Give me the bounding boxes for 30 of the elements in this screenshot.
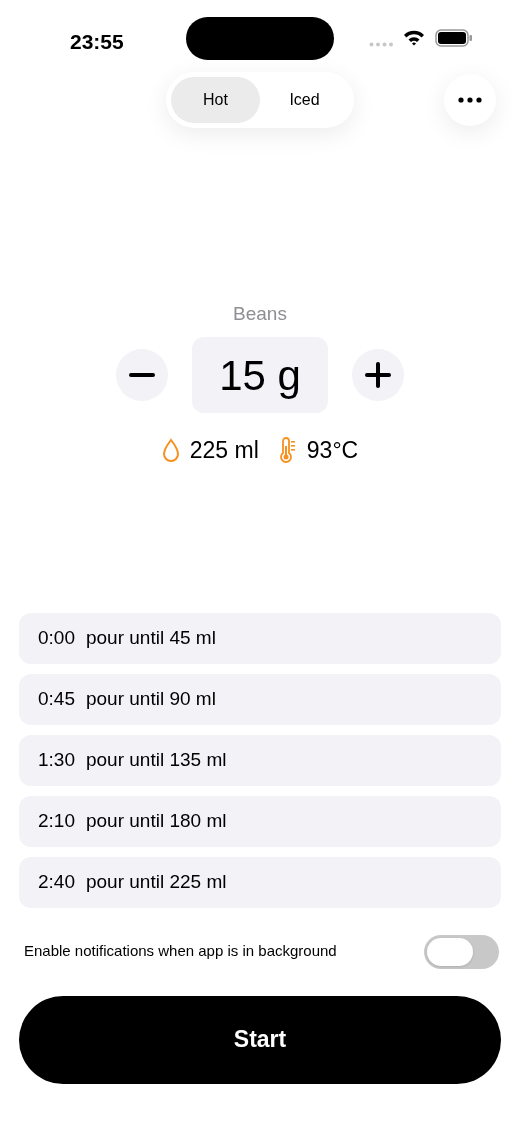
step-instruction: pour until 45 ml <box>86 625 216 650</box>
start-button[interactable]: Start <box>19 995 501 1084</box>
increase-button[interactable] <box>352 349 404 401</box>
step-instruction: pour until 225 ml <box>86 869 227 894</box>
plus-icon <box>365 362 391 388</box>
status-time: 23:55 <box>70 29 124 55</box>
wifi-icon <box>403 29 425 46</box>
minus-icon <box>129 373 155 377</box>
step-instruction: pour until 90 ml <box>86 686 216 711</box>
water-amount: 225 ml <box>189 436 259 465</box>
beans-label: Beans <box>233 302 287 326</box>
decrease-button[interactable] <box>116 349 168 401</box>
step-instruction: pour until 180 ml <box>86 808 227 833</box>
step-time: 2:40 <box>38 869 75 894</box>
mode-tab[interactable]: Iced <box>260 77 349 123</box>
step-time: 0:00 <box>38 625 75 650</box>
signal-icon <box>369 42 395 47</box>
notifications-label: Enable notifications when app is in background <box>24 941 337 962</box>
notifications-toggle[interactable] <box>424 934 499 969</box>
step-time: 0:45 <box>38 686 75 711</box>
beans-amount: 15 g <box>192 337 328 413</box>
water-drop-icon <box>161 438 180 463</box>
temperature: 93°C <box>306 436 359 465</box>
step-time: 1:30 <box>38 747 75 772</box>
step-time: 2:10 <box>38 808 75 833</box>
battery-icon <box>435 29 473 47</box>
step-instruction: pour until 135 ml <box>86 747 227 772</box>
more-icon <box>458 97 482 103</box>
thermometer-icon <box>278 437 297 464</box>
mode-tab[interactable]: Hot <box>171 77 260 123</box>
